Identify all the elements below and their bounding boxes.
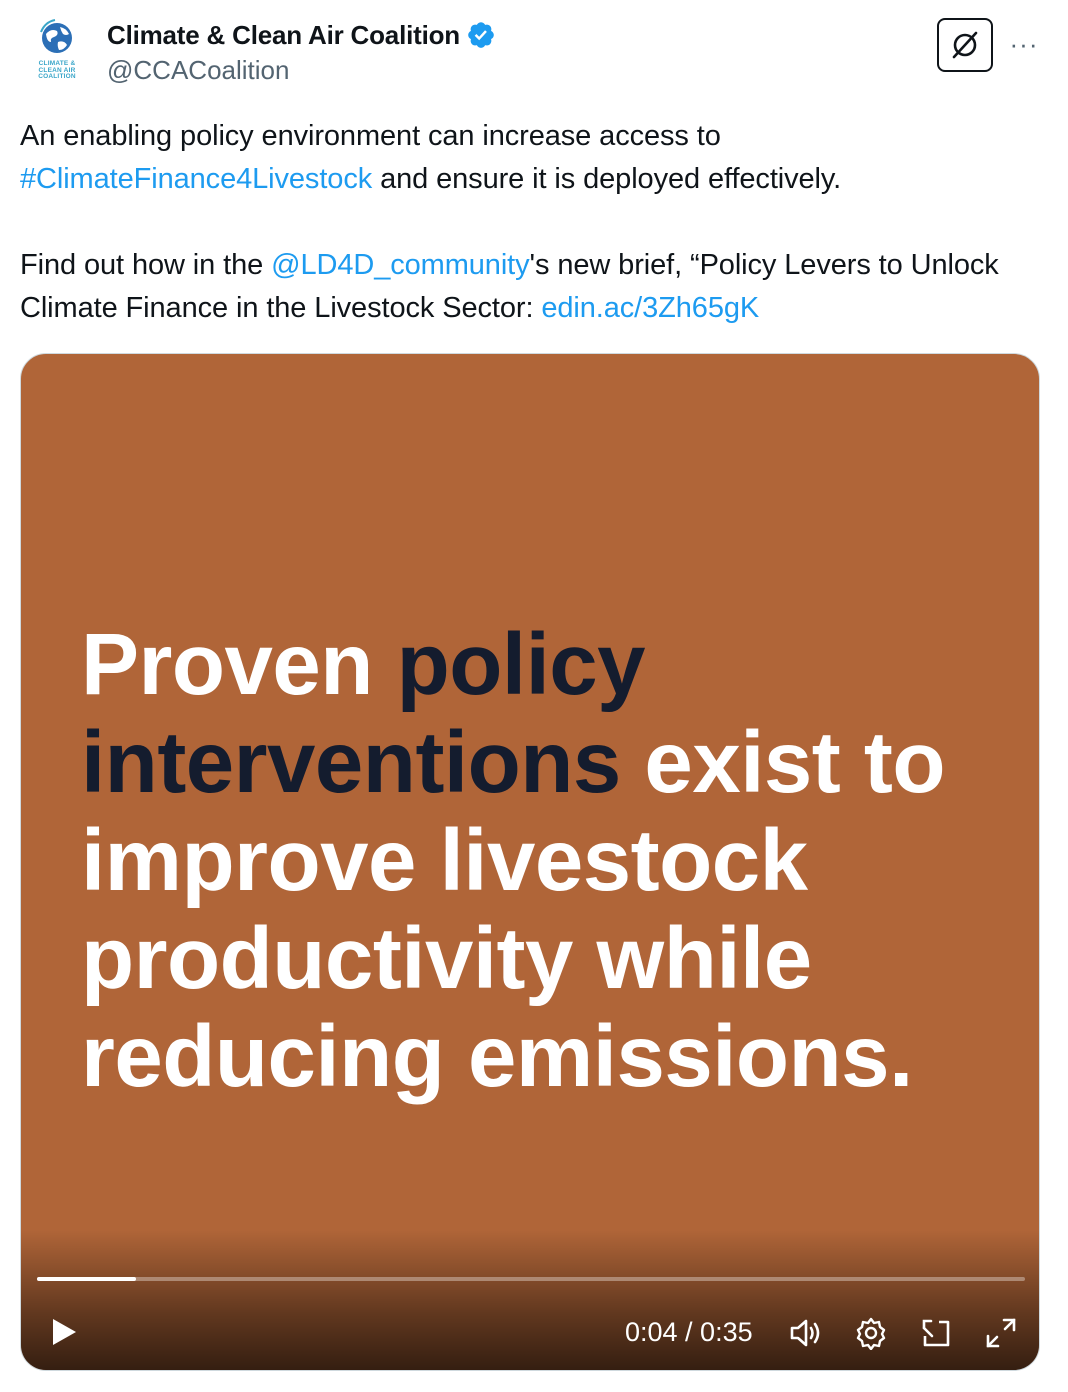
fullscreen-button[interactable] <box>982 1314 1020 1352</box>
post-paragraph-2: Find out how in the @LD4D_community's ne… <box>20 244 1050 330</box>
author-name-row: Climate & Clean Air Coalition <box>107 18 496 52</box>
video-text-line: reducing emissions. <box>81 1008 913 1105</box>
video-progress-bar[interactable] <box>37 1277 1025 1281</box>
play-button[interactable] <box>45 1314 81 1350</box>
video-text-segment: exist to <box>620 714 946 811</box>
volume-button[interactable] <box>787 1314 825 1352</box>
url-link[interactable]: edin.ac/3Zh65gK <box>541 292 759 324</box>
gear-icon <box>856 1317 886 1350</box>
grok-button[interactable] <box>937 18 993 72</box>
video-text-highlight: policy <box>396 616 646 713</box>
avatar-logo-text: CLIMATE & CLEAN AIR COALITION <box>38 60 76 80</box>
video-text-segment: Proven <box>81 616 397 713</box>
more-icon: ··· <box>1009 28 1039 59</box>
volume-icon <box>790 1319 820 1347</box>
picture-in-picture-button[interactable] <box>917 1314 955 1352</box>
author-handle[interactable]: @CCACoalition <box>107 55 289 86</box>
picture-in-picture-icon <box>922 1319 950 1347</box>
avatar[interactable]: CLIMATE & CLEAN AIR COALITION <box>22 16 92 86</box>
post-paragraph-1: An enabling policy environment can incre… <box>20 115 1050 201</box>
settings-button[interactable] <box>852 1314 890 1352</box>
more-options-button[interactable]: ··· <box>1006 26 1042 62</box>
post-text-line: An enabling policy environment can incre… <box>20 120 721 152</box>
globe-logo-icon <box>40 19 72 53</box>
mention-link[interactable]: @LD4D_community <box>271 249 530 281</box>
play-icon <box>53 1319 76 1345</box>
video-text-line: improve livestock <box>81 812 808 909</box>
grok-icon <box>952 31 978 59</box>
verified-badge-icon <box>468 22 494 48</box>
video-text-line: productivity while <box>81 910 812 1007</box>
post-text-line: and ensure it is deployed effectively. <box>372 163 842 195</box>
author-display-name[interactable]: Climate & Clean Air Coalition <box>107 20 460 51</box>
video-frame-text: Proven policy interventions exist to imp… <box>81 616 1021 1106</box>
post-header: CLIMATE & CLEAN AIR COALITION Climate & … <box>0 0 1068 100</box>
post-text: An enabling policy environment can incre… <box>20 115 1050 330</box>
fullscreen-icon <box>986 1318 1016 1348</box>
video-player[interactable]: Proven policy interventions exist to imp… <box>20 353 1040 1371</box>
hashtag-link[interactable]: #ClimateFinance4Livestock <box>20 163 372 195</box>
post-text-line: Find out how in the <box>20 249 272 281</box>
video-time: 0:04 / 0:35 <box>625 1317 753 1347</box>
video-progress-fill <box>37 1277 136 1281</box>
video-text-highlight: interventions <box>81 714 621 811</box>
